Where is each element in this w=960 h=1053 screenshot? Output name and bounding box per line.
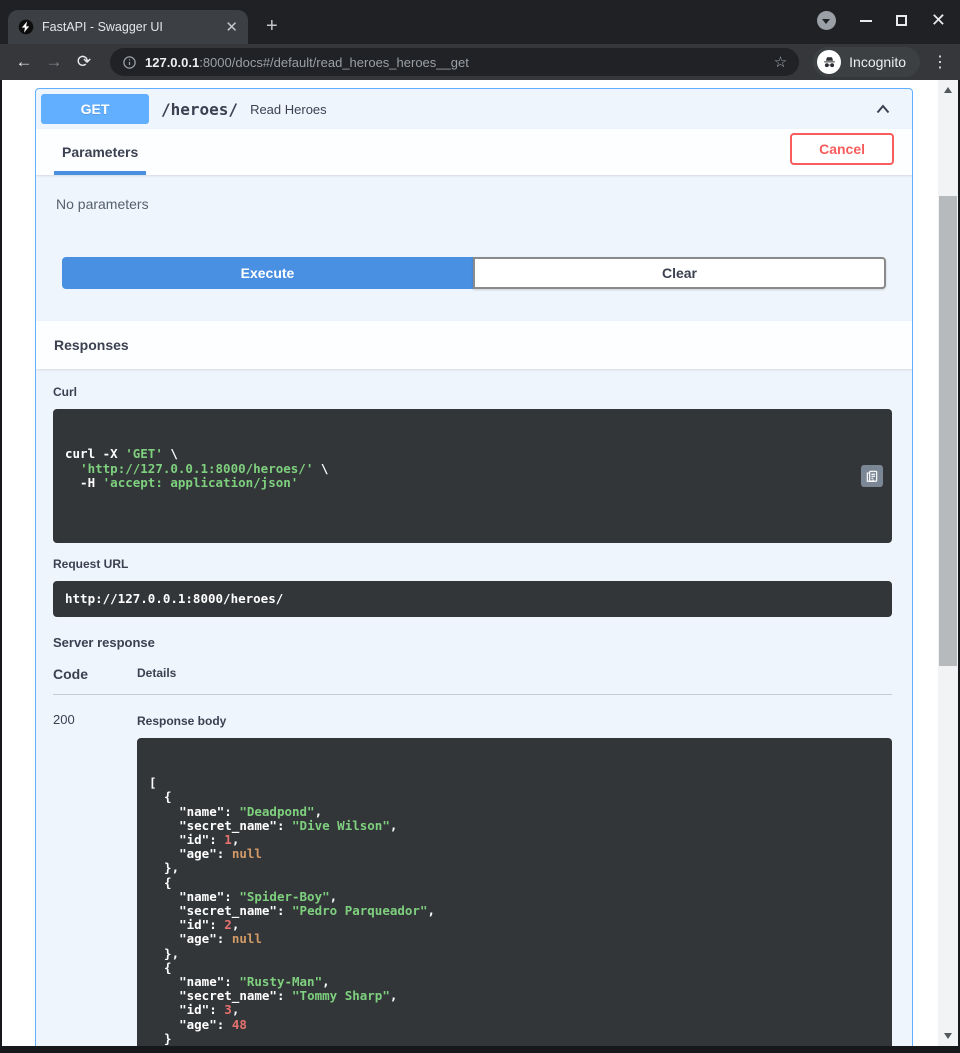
bookmark-star-icon[interactable]: ☆ — [774, 53, 787, 71]
window-maximize-button[interactable] — [896, 15, 907, 26]
window-bottom-edge — [0, 1046, 960, 1053]
clipboard-icon — [865, 469, 879, 483]
page-scrollbar[interactable] — [938, 80, 958, 1046]
url-path: :8000/docs#/default/read_heroes_heroes__… — [199, 55, 469, 70]
request-url-label: Request URL — [53, 557, 892, 571]
url-bar[interactable]: 127.0.0.1:8000/docs#/default/read_heroes… — [110, 48, 799, 76]
curl-copy-button[interactable] — [861, 465, 883, 487]
incognito-icon — [817, 50, 841, 74]
no-parameters-text: No parameters — [36, 175, 912, 257]
site-info-icon[interactable] — [122, 55, 137, 70]
back-button[interactable]: ← — [12, 52, 36, 72]
endpoint-summary: Read Heroes — [250, 102, 327, 117]
opblock-get-heroes: GET /heroes/ Read Heroes Parameters Canc… — [35, 88, 913, 1046]
browser-window: FastAPI - Swagger UI ✕ + ✕ ← → ⟳ 127.0.0… — [0, 0, 960, 1053]
server-response-label: Server response — [53, 635, 892, 650]
incognito-label: Incognito — [849, 54, 906, 70]
tab-strip: FastAPI - Swagger UI ✕ + ✕ — [0, 0, 960, 44]
http-method-badge: GET — [41, 94, 149, 124]
code-column-header: Code — [53, 666, 137, 682]
execute-row: Execute Clear — [36, 257, 912, 321]
responses-header: Responses — [36, 321, 912, 369]
response-table-header: Code Details — [53, 666, 892, 695]
responses-body: Curl curl -X 'GET' \ 'http://127.0.0.1:8… — [36, 369, 912, 1046]
window-minimize-button[interactable] — [860, 20, 872, 22]
request-url-value: http://127.0.0.1:8000/heroes/ — [65, 591, 283, 606]
response-body-lines: [ { "name": "Deadpond", "secret_name": "… — [149, 776, 880, 1046]
opblock-summary[interactable]: GET /heroes/ Read Heroes — [36, 89, 912, 129]
curl-code-lines: curl -X 'GET' \ 'http://127.0.0.1:8000/h… — [65, 447, 880, 490]
new-tab-button[interactable]: + — [266, 16, 278, 36]
forward-button[interactable]: → — [42, 52, 66, 72]
window-close-button[interactable]: ✕ — [931, 15, 946, 26]
browser-toolbar: ← → ⟳ 127.0.0.1:8000/docs#/default/read_… — [0, 44, 960, 80]
response-row-200: 200 Response body [ { "name": "Deadpond"… — [53, 695, 892, 1046]
endpoint-path: /heroes/ — [161, 100, 238, 119]
page-viewport: GET /heroes/ Read Heroes Parameters Canc… — [2, 80, 958, 1046]
scrollbar-up-arrow[interactable] — [938, 82, 958, 98]
curl-label: Curl — [53, 385, 892, 399]
reload-button[interactable]: ⟳ — [72, 52, 96, 72]
execute-button[interactable]: Execute — [62, 257, 473, 289]
cancel-button[interactable]: Cancel — [790, 133, 894, 165]
browser-tab[interactable]: FastAPI - Swagger UI ✕ — [8, 10, 248, 44]
details-column-header: Details — [137, 666, 176, 682]
request-url-code: http://127.0.0.1:8000/heroes/ — [53, 581, 892, 617]
swagger-page: GET /heroes/ Read Heroes Parameters Canc… — [2, 80, 938, 1046]
response-body-label: Response body — [137, 714, 892, 728]
scrollbar-thumb[interactable] — [939, 196, 957, 666]
tab-title: FastAPI - Swagger UI — [42, 20, 217, 34]
fastapi-favicon-icon — [18, 19, 34, 35]
url-text[interactable]: 127.0.0.1:8000/docs#/default/read_heroes… — [145, 55, 766, 70]
url-host: 127.0.0.1 — [145, 55, 199, 70]
scrollbar-down-arrow[interactable] — [938, 1028, 958, 1044]
parameters-header: Parameters Cancel — [36, 129, 912, 175]
tab-parameters[interactable]: Parameters — [54, 129, 146, 175]
clear-button[interactable]: Clear — [473, 257, 886, 289]
incognito-badge: Incognito — [813, 47, 920, 77]
browser-menu-icon[interactable]: ⋮ — [932, 52, 948, 72]
collapse-chevron-icon[interactable] — [873, 99, 893, 119]
browser-update-indicator-icon[interactable] — [817, 11, 836, 30]
tab-close-icon[interactable]: ✕ — [225, 20, 238, 35]
response-body-code: [ { "name": "Deadpond", "secret_name": "… — [137, 738, 892, 1046]
status-code: 200 — [53, 710, 137, 1046]
curl-code: curl -X 'GET' \ 'http://127.0.0.1:8000/h… — [53, 409, 892, 543]
